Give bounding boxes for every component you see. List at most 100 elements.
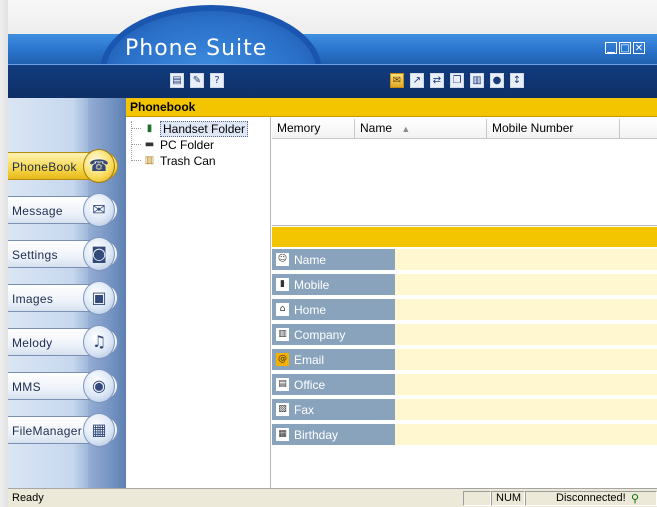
column-memory[interactable]: Memory (272, 119, 355, 138)
mobile-field[interactable] (395, 274, 657, 297)
toolbar-left-group: ▤ ✎ ? (170, 73, 224, 88)
field-label-text: Office (294, 378, 326, 392)
field-label: @ Email (272, 349, 395, 372)
status-bar: Ready NUM Disconnected! ⚲ (8, 488, 657, 507)
tree-item-label: Trash Can (160, 154, 216, 168)
nav-item-filemanager[interactable]: FileManager ▦ (8, 413, 118, 447)
settings-icon[interactable]: ● (490, 73, 504, 88)
details-header-bar (272, 227, 657, 247)
office-field[interactable] (395, 374, 657, 397)
edit-record-icon[interactable]: ✎ (190, 73, 204, 88)
close-button[interactable]: ✕ (633, 42, 645, 54)
box-icon: ▦ (83, 413, 115, 447)
field-label-text: Fax (294, 403, 315, 417)
tree-item-trash-can[interactable]: ▥ Trash Can (126, 153, 216, 169)
tree-item-label: Handset Folder (160, 121, 249, 137)
sync-icon[interactable]: ⇄ (430, 73, 444, 88)
home-icon: ⌂ (276, 303, 289, 316)
phone-icon: ☎ (83, 149, 115, 183)
field-row-birthday: ▦ Birthday (272, 424, 657, 447)
column-name[interactable]: Name ▲ (355, 119, 487, 138)
field-row-company: ▥ Company (272, 324, 657, 347)
transfer-icon[interactable]: ↕ (510, 73, 524, 88)
nav-item-label: MMS (12, 380, 41, 394)
left-navigation: PhoneBook ☎ Message ✉ Settings ◙ Images … (8, 98, 126, 488)
status-text: Ready (12, 492, 44, 504)
tree-item-pc-folder[interactable]: ▬ PC Folder (126, 137, 214, 153)
app-window: Phone Suite ▁ □ ✕ ▤ ✎ ? ✉ ↗ ⇄ ❐ ▥ ● ↕ Ph… (0, 0, 657, 507)
nav-item-label: Melody (12, 336, 53, 350)
toolbar-right-group: ✉ ↗ ⇄ ❐ ▥ ● ↕ (390, 73, 524, 88)
copy-icon[interactable]: ❐ (450, 73, 464, 88)
status-num: NUM (491, 491, 525, 506)
tree-item-label: PC Folder (160, 138, 215, 152)
sort-ascending-icon: ▲ (401, 124, 411, 134)
home-field[interactable] (395, 299, 657, 322)
nav-item-mms[interactable]: MMS ◉ (8, 369, 118, 403)
nav-item-images[interactable]: Images ▣ (8, 281, 118, 315)
nav-item-label: Message (12, 204, 63, 218)
fax-field[interactable] (395, 399, 657, 422)
company-field[interactable] (395, 324, 657, 347)
email-icon: @ (276, 353, 289, 366)
fax-icon: ▧ (276, 403, 289, 416)
help-icon[interactable]: ? (210, 73, 224, 88)
window-left-frame (0, 0, 8, 507)
contact-details: ☺ Name ▮ Mobile ⌂ Home ▥ Company @ Email ▤ Off… (272, 227, 657, 488)
open-folder-icon[interactable]: ✉ (390, 73, 404, 88)
trash-icon: ▥ (144, 155, 155, 166)
column-label: Memory (277, 121, 321, 135)
status-panel-empty (463, 491, 491, 506)
tree-branch (131, 144, 141, 146)
saxophone-icon: ♫ (83, 325, 115, 359)
minimize-button[interactable]: ▁ (605, 42, 617, 54)
contact-list-header: Memory Name ▲ Mobile Number (272, 119, 657, 139)
field-label-text: Email (294, 353, 325, 367)
connection-icon: ⚲ (631, 492, 640, 505)
birthday-field[interactable] (395, 424, 657, 447)
nav-item-melody[interactable]: Melody ♫ (8, 325, 118, 359)
column-filler (620, 119, 657, 138)
field-label: ☺ Name (272, 249, 395, 272)
tree-item-handset-folder[interactable]: ▮ Handset Folder (126, 121, 249, 137)
nav-item-label: PhoneBook (12, 160, 77, 174)
field-label: ▤ Office (272, 374, 395, 397)
name-field[interactable] (395, 249, 657, 272)
window-controls: ▁ □ ✕ (603, 42, 645, 54)
field-row-name: ☺ Name (272, 249, 657, 272)
field-label: ▦ Birthday (272, 424, 395, 447)
nav-item-settings[interactable]: Settings ◙ (8, 237, 118, 271)
field-label-text: Name (294, 253, 327, 267)
app-title: Phone Suite (125, 36, 268, 61)
nav-item-label: Images (12, 292, 54, 306)
field-label-text: Company (294, 328, 346, 342)
field-row-mobile: ▮ Mobile (272, 274, 657, 297)
window-top-frame (8, 0, 657, 34)
field-label-text: Birthday (294, 428, 339, 442)
mobile-icon: ▮ (276, 278, 289, 291)
email-field[interactable] (395, 349, 657, 372)
field-row-email: @ Email (272, 349, 657, 372)
nav-item-label: Settings (12, 248, 58, 262)
field-label: ▥ Company (272, 324, 395, 347)
tree-branch (131, 160, 141, 162)
field-label-text: Home (294, 303, 327, 317)
camera-icon: ◙ (83, 237, 115, 271)
book-icon[interactable]: ▥ (470, 73, 484, 88)
phonebook-header: Phonebook (126, 98, 657, 117)
new-record-icon[interactable]: ▤ (170, 73, 184, 88)
nav-item-phonebook[interactable]: PhoneBook ☎ (8, 149, 118, 183)
column-mobile-number[interactable]: Mobile Number (487, 119, 620, 138)
birthday-icon: ▦ (276, 428, 289, 441)
toolbar: ▤ ✎ ? ✉ ↗ ⇄ ❐ ▥ ● ↕ (8, 64, 657, 99)
column-label: Mobile Number (492, 121, 574, 135)
tree-branch (131, 128, 141, 130)
field-row-fax: ▧ Fax (272, 399, 657, 422)
contact-list[interactable]: Memory Name ▲ Mobile Number (272, 117, 657, 226)
maximize-button[interactable]: □ (619, 42, 631, 54)
column-label: Name (360, 121, 393, 135)
field-label: ⌂ Home (272, 299, 395, 322)
nav-item-message[interactable]: Message ✉ (8, 193, 118, 227)
send-icon[interactable]: ↗ (410, 73, 424, 88)
field-row-home: ⌂ Home (272, 299, 657, 322)
